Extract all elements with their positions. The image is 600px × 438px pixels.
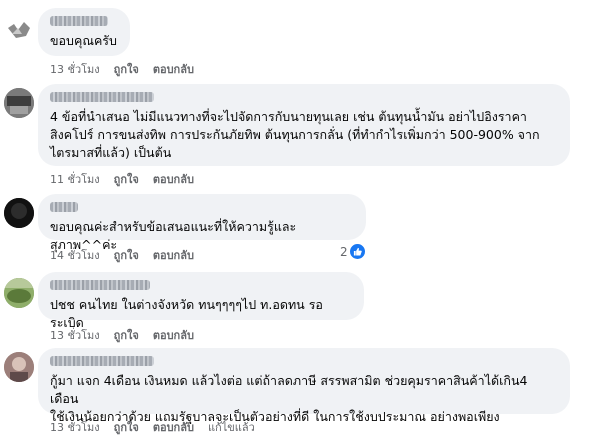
avatar-image (4, 352, 34, 382)
comment-time[interactable]: 13 ชั่วโมง (50, 326, 100, 344)
comment-time[interactable]: 14 ชั่วโมง (50, 246, 100, 264)
comment-time[interactable]: 13 ชั่วโมง (50, 418, 100, 436)
reaction-count: 2 (340, 244, 348, 259)
comment-text: 4 ข้อที่นำเสนอ ไม่มีแนวทางที่จะไปจัดการก… (50, 109, 540, 160)
comment-actions: 13 ชั่วโมง ถูกใจ ตอบกลับ (50, 326, 194, 344)
comment-actions: 11 ชั่วโมง ถูกใจ ตอบกลับ (50, 170, 194, 188)
author-name-blurred[interactable] (50, 356, 154, 366)
comment-bubble: กู้มา แจก 4เดือน เงินหมด แล้วไงต่อ แต่ถ้… (38, 348, 570, 424)
avatar[interactable] (4, 278, 34, 308)
like-link[interactable]: ถูกใจ (114, 246, 139, 264)
comment-bubble: ปชช คนไทย ในต่างจังหวัด ทนๆๆๆๆไป ท.อดทน … (38, 272, 364, 330)
reply-link[interactable]: ตอบกลับ (153, 246, 194, 264)
comment-time[interactable]: 13 ชั่วโมง (50, 60, 100, 78)
comment-text: ขอบคุณครับ (50, 33, 117, 48)
avatar[interactable] (4, 14, 34, 44)
comment-bubble: ขอบคุณค่ะสำหรับข้อเสนอแนะที่ให้ความรู้แล… (38, 194, 366, 252)
avatar[interactable] (4, 352, 34, 382)
avatar-image (4, 88, 34, 118)
comment-bubble: ขอบคุณครับ (38, 8, 130, 56)
avatar[interactable] (4, 88, 34, 118)
author-name-blurred[interactable] (50, 202, 78, 212)
reaction-summary[interactable]: 2 (340, 244, 365, 259)
reply-link[interactable]: ตอบกลับ (153, 418, 194, 436)
thumbs-up-icon (349, 244, 365, 259)
reply-link[interactable]: ตอบกลับ (153, 60, 194, 78)
reply-link[interactable]: ตอบกลับ (153, 326, 194, 344)
author-name-blurred[interactable] (50, 92, 154, 102)
avatar-image (4, 278, 34, 308)
author-name-blurred[interactable] (50, 280, 150, 290)
avatar[interactable] (4, 198, 34, 228)
avatar-image (4, 14, 34, 44)
like-link[interactable]: ถูกใจ (114, 170, 139, 188)
avatar-image (4, 198, 34, 228)
edited-label[interactable]: แก้ไขแล้ว (208, 418, 255, 436)
comment-actions: 13 ชั่วโมง ถูกใจ ตอบกลับ (50, 60, 194, 78)
comment-time[interactable]: 11 ชั่วโมง (50, 170, 100, 188)
like-link[interactable]: ถูกใจ (114, 326, 139, 344)
comment-actions: 13 ชั่วโมง ถูกใจ ตอบกลับ แก้ไขแล้ว (50, 418, 255, 436)
like-link[interactable]: ถูกใจ (114, 418, 139, 436)
like-link[interactable]: ถูกใจ (114, 60, 139, 78)
reply-link[interactable]: ตอบกลับ (153, 170, 194, 188)
author-name-blurred[interactable] (50, 16, 108, 26)
comment-bubble: 4 ข้อที่นำเสนอ ไม่มีแนวทางที่จะไปจัดการก… (38, 84, 570, 166)
comment-actions: 14 ชั่วโมง ถูกใจ ตอบกลับ (50, 246, 194, 264)
